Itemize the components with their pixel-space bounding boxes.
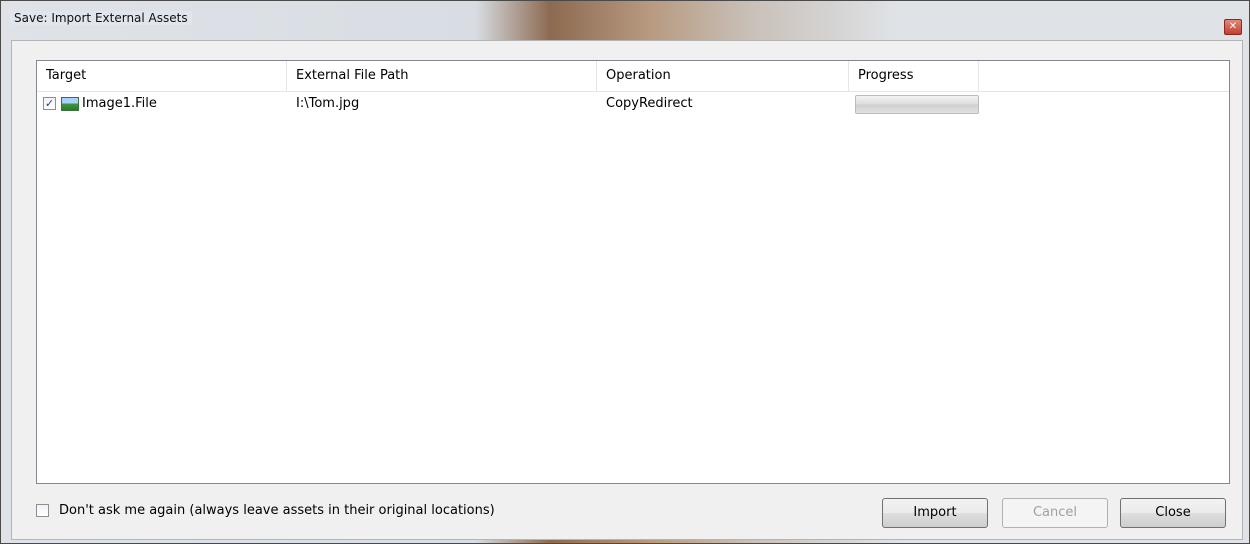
import-assets-dialog: Save: Import External Assets ✕ Target Ex… (0, 0, 1250, 544)
cell-target: Image1.File (82, 96, 157, 111)
dont-ask-again-checkbox[interactable] (36, 504, 49, 517)
column-header-progress[interactable]: Progress (849, 61, 979, 91)
dialog-client-area: Target External File Path Operation Prog… (11, 40, 1243, 540)
row-progress-bar (855, 95, 979, 114)
window-close-icon[interactable]: ✕ (1224, 19, 1242, 35)
table-row[interactable]: ✓ Image1.File I:\Tom.jpg CopyRedirect (37, 92, 1229, 116)
window-title: Save: Import External Assets (10, 11, 192, 25)
dont-ask-again-label: Don't ask me again (always leave assets … (59, 503, 495, 518)
cancel-button[interactable]: Cancel (1002, 498, 1108, 528)
column-header-external-file-path[interactable]: External File Path (287, 61, 597, 91)
row-checkbox[interactable]: ✓ (43, 97, 56, 110)
image-icon (61, 97, 79, 111)
column-header-operation[interactable]: Operation (597, 61, 849, 91)
cell-operation: CopyRedirect (606, 96, 693, 111)
cell-external-file-path: I:\Tom.jpg (296, 96, 360, 111)
import-button[interactable]: Import (882, 498, 988, 528)
assets-list[interactable]: Target External File Path Operation Prog… (36, 60, 1230, 484)
column-header-target[interactable]: Target (37, 61, 287, 91)
close-button[interactable]: Close (1120, 498, 1226, 528)
title-bar[interactable]: Save: Import External Assets ✕ (1, 1, 1249, 39)
list-header: Target External File Path Operation Prog… (37, 61, 1229, 92)
